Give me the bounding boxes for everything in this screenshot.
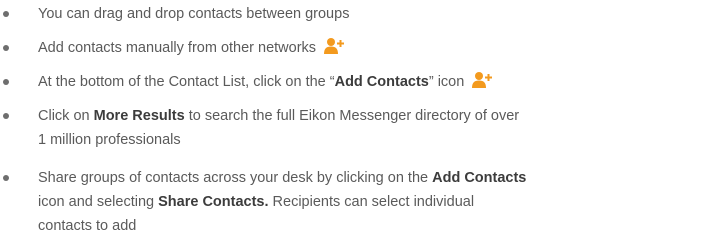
bullet-5-bold-1: Add Contacts (432, 170, 527, 186)
bullet-text: At the bottom of the Contact List, click… (38, 70, 688, 97)
bullet-5-line-3: contacts to add (38, 218, 137, 234)
bullet-4-line-1: Click on More Results to search the full… (38, 104, 688, 128)
bullet-4-rest: to search the full Eikon Messenger direc… (184, 108, 520, 124)
bullet-1-text: You can drag and drop contacts between g… (38, 6, 350, 22)
bullet-dot (3, 11, 9, 17)
bullet-dot (3, 79, 9, 85)
bullet-3-before: At the bottom of the Contact List, click… (38, 74, 335, 90)
bullet-dot (3, 175, 9, 181)
bullet-2-text: Add contacts manually from other network… (38, 40, 317, 56)
bullet-dot (3, 113, 9, 119)
bullet-text: Click on More Results to search the full… (38, 104, 688, 152)
bullet-dot (3, 45, 9, 51)
bullet-4-lead: Click on (38, 108, 94, 124)
bullet-list: You can drag and drop contacts between g… (0, 0, 706, 252)
bullet-text: You can drag and drop contacts between g… (38, 2, 688, 26)
bullet-4-line-2: 1 million professionals (38, 132, 181, 148)
add-contact-icon (324, 37, 345, 63)
bullet-4-bold: More Results (93, 108, 185, 124)
bullet-3-after: ” icon (428, 74, 465, 90)
bullet-5-line-1: Share groups of contacts across your des… (38, 166, 688, 190)
bullet-3-bold: Add Contacts (334, 74, 429, 90)
bullet-5-line-2-post: Recipients can select individual (268, 194, 475, 210)
bullet-text: Add contacts manually from other network… (38, 36, 688, 63)
bullet-5-line-2: icon and selecting Share Contacts. Recip… (38, 190, 688, 214)
add-contact-icon (472, 71, 493, 97)
bullet-text: Share groups of contacts across your des… (38, 166, 688, 238)
bullet-5-bold-2: Share Contacts. (158, 194, 269, 210)
bullet-5-lead: Share groups of contacts across your des… (38, 170, 433, 186)
bullet-5-line-2-pre: icon and selecting (38, 194, 159, 210)
